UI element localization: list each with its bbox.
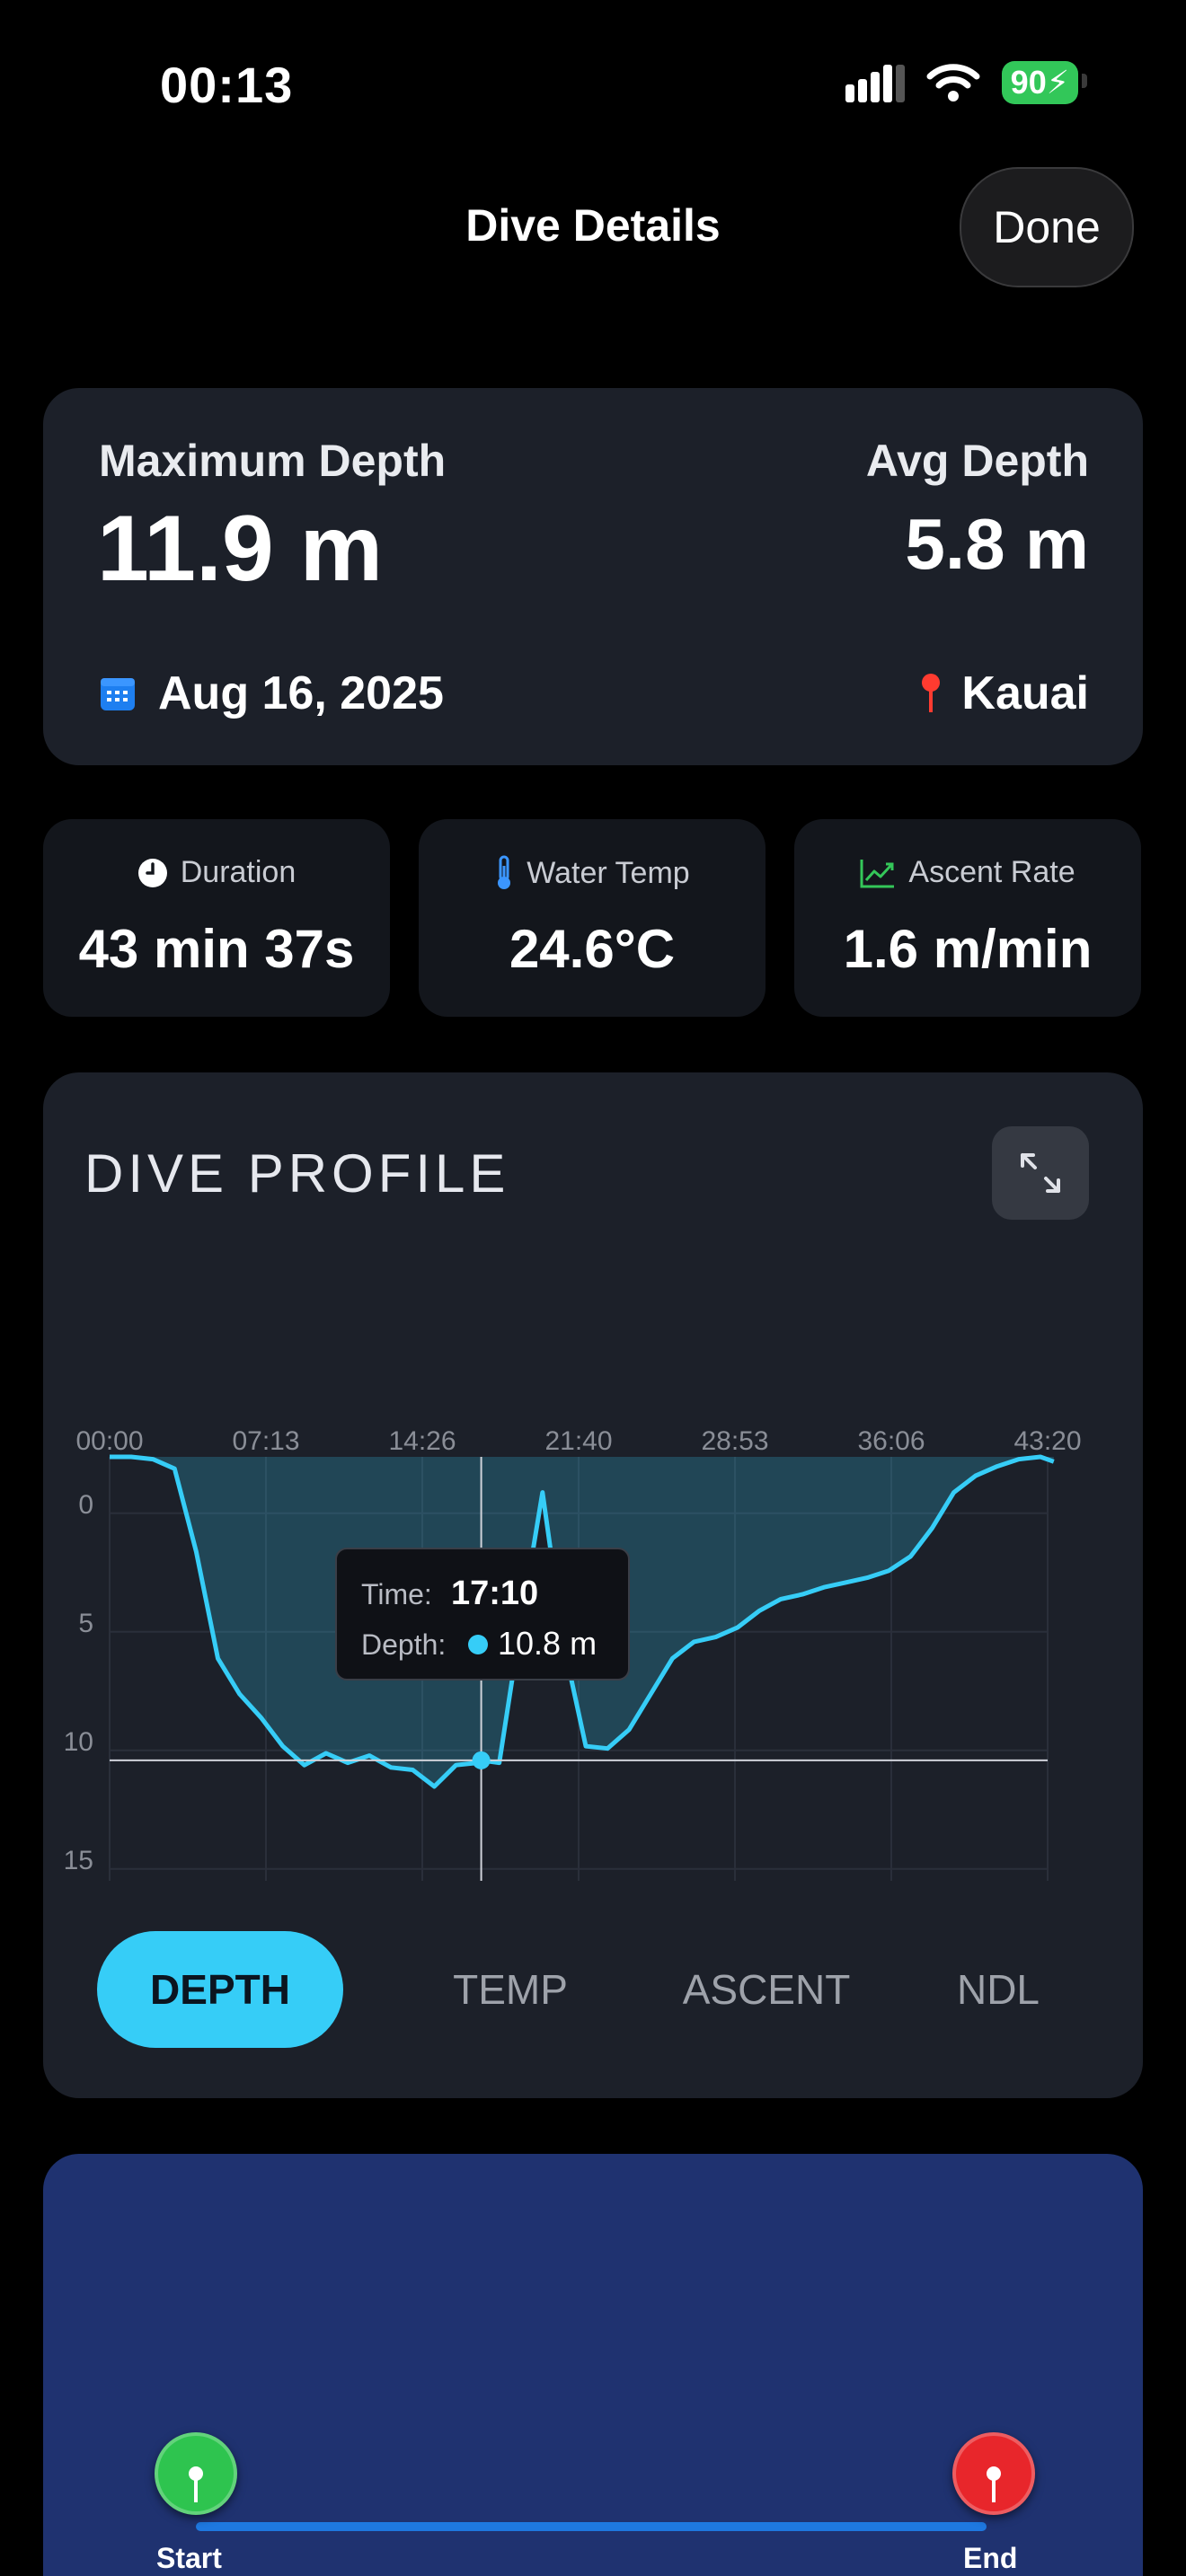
- battery-level: 90: [1010, 64, 1047, 101]
- dive-date-text: Aug 16, 2025: [158, 667, 444, 719]
- tooltip-depth-value: 10.8 m: [498, 1625, 597, 1662]
- tooltip-time-label: Time:: [361, 1578, 432, 1610]
- chart-tooltip: Time: 17:10 Depth: 10.8 m: [335, 1548, 630, 1681]
- done-button[interactable]: Done: [960, 167, 1134, 287]
- start-pin-icon: [189, 2466, 203, 2502]
- tab-depth[interactable]: DEPTH: [97, 1931, 343, 2048]
- water-temp-card: Water Temp 24.6°C: [419, 819, 766, 1017]
- x-tick-label: 21:40: [544, 1426, 612, 1456]
- route-line: [196, 2522, 987, 2531]
- x-tick-label: 28:53: [701, 1426, 768, 1456]
- end-label: End: [963, 2542, 1018, 2574]
- expand-icon: [1021, 1153, 1060, 1193]
- tooltip-time-value: 17:10: [451, 1575, 538, 1612]
- tooltip-series-dot: [468, 1635, 488, 1654]
- dive-date: Aug 16, 2025: [99, 666, 444, 720]
- y-tick-label: 5: [78, 1609, 93, 1638]
- max-depth-value: 11.9 m: [97, 497, 384, 601]
- expand-chart-button[interactable]: [992, 1126, 1089, 1220]
- location-pin-icon: [922, 674, 941, 712]
- x-tick-label: 14:26: [388, 1426, 456, 1456]
- dive-profile-chart[interactable]: 00:00 07:13 14:26 21:40 28:53 36:06 43:20 0 5 10…: [43, 1234, 1143, 1881]
- wifi-icon: [926, 64, 980, 101]
- dive-route-map[interactable]: Start End: [43, 2154, 1143, 2576]
- dive-location-text: Kauai: [961, 667, 1089, 719]
- end-pin-icon: [987, 2466, 1001, 2502]
- dive-profile-card: DIVE PROFILE 00:00 07:13 14:26 21:40 28:53 36…: [43, 1072, 1143, 2098]
- duration-label: Duration: [180, 855, 296, 889]
- y-tick-label: 15: [64, 1846, 93, 1875]
- ascent-rate-value: 1.6 m/min: [843, 919, 1093, 979]
- signal-icon: [845, 65, 905, 102]
- x-tick-label: 00:00: [75, 1426, 143, 1456]
- battery-indicator: 90⚡: [1001, 61, 1087, 104]
- status-icons: 90⚡: [845, 61, 1087, 104]
- ascent-rate-card: Ascent Rate 1.6 m/min: [794, 819, 1141, 1017]
- water-temp-label: Water Temp: [527, 855, 690, 890]
- duration-card: Duration 43 min 37s: [43, 819, 390, 1017]
- avg-depth-value: 5.8 m: [905, 504, 1089, 584]
- cursor-point: [472, 1751, 491, 1769]
- end-pin[interactable]: [952, 2432, 1035, 2515]
- x-tick-label: 07:13: [232, 1426, 299, 1456]
- start-label: Start: [156, 2542, 222, 2574]
- charging-icon: ⚡: [1046, 64, 1069, 101]
- avg-depth-label: Avg Depth: [865, 436, 1089, 486]
- dive-profile-title: DIVE PROFILE: [84, 1143, 510, 1204]
- battery-tip: [1082, 74, 1087, 88]
- dive-location: Kauai: [920, 666, 1089, 720]
- water-temp-header: Water Temp: [419, 855, 766, 891]
- calendar-icon: [101, 678, 135, 710]
- water-temp-value: 24.6°C: [509, 919, 676, 979]
- ascent-rate-label: Ascent Rate: [908, 855, 1075, 889]
- duration-value: 43 min 37s: [78, 919, 355, 979]
- summary-card: Maximum Depth 11.9 m Avg Depth 5.8 m Aug…: [43, 388, 1143, 765]
- status-time: 00:13: [160, 57, 294, 113]
- max-depth-label: Maximum Depth: [99, 436, 447, 486]
- tab-ascent[interactable]: ASCENT: [636, 1931, 897, 2048]
- y-tick-label: 10: [64, 1727, 93, 1757]
- thermometer-icon: [498, 855, 511, 889]
- tab-temp[interactable]: TEMP: [394, 1931, 627, 2048]
- x-tick-label: 43:20: [1013, 1426, 1081, 1456]
- duration-header: Duration: [43, 855, 390, 890]
- x-tick-label: 36:06: [857, 1426, 925, 1456]
- trend-up-icon: [860, 859, 895, 887]
- ascent-rate-header: Ascent Rate: [794, 855, 1141, 890]
- start-pin[interactable]: [155, 2432, 237, 2515]
- y-tick-label: 0: [78, 1490, 93, 1520]
- tooltip-depth-label: Depth:: [361, 1628, 446, 1661]
- tab-ndl[interactable]: NDL: [897, 1931, 1100, 2048]
- clock-icon: [137, 858, 167, 887]
